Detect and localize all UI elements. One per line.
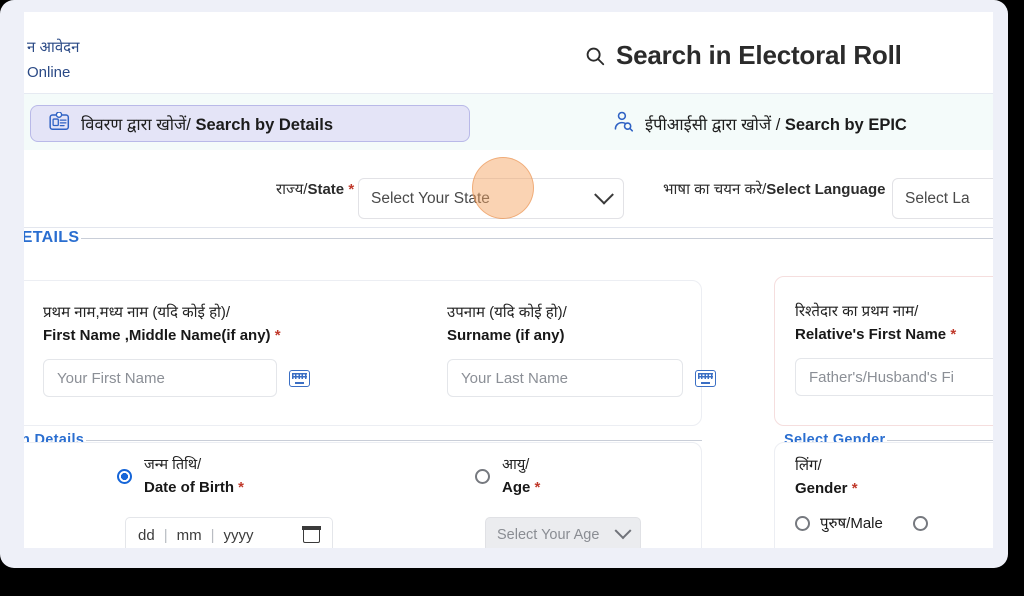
surname-input-row: Your Last Name: [447, 359, 716, 397]
page-title-text: Search in Electoral Roll: [616, 40, 902, 70]
surname-field: उपनाम (यदि कोई हो)/ Surname (if any) You…: [447, 303, 716, 397]
dob-labels: जन्म तिथि/ Date of Birth *: [144, 455, 244, 498]
surname-input[interactable]: Your Last Name: [447, 359, 683, 397]
keyboard-icon[interactable]: [695, 369, 716, 387]
person-search-icon: [613, 111, 634, 137]
legend-rule: [81, 237, 993, 239]
search-icon: [584, 45, 606, 67]
chevron-down-icon: [594, 184, 614, 205]
dob-year[interactable]: yyyy: [224, 527, 254, 544]
relative-first-name-field: रिश्तेदार का प्रथम नाम/ Relative's First…: [795, 302, 993, 396]
birth-details-card: जन्म तिथि/ Date of Birth * dd | mm | yyy…: [24, 442, 702, 548]
selector-row: राज्य/State * Select Your State भाषा का …: [24, 150, 993, 228]
language-label: भाषा का चयन करे/Select Language: [663, 181, 886, 198]
state-label: राज्य/State *: [276, 181, 355, 198]
search-mode-tabbar: विवरण द्वारा खोजें/ Search by Details ईप…: [24, 93, 993, 151]
gender-male-radio[interactable]: [795, 515, 810, 531]
browser-viewport: न आवेदन Online Search in Electoral Roll: [24, 12, 993, 548]
gender-label-english: Gender *: [795, 480, 858, 497]
age-select[interactable]: Select Your Age: [485, 517, 641, 548]
relative-name-card: रिश्तेदार का प्रथम नाम/ Relative's First…: [774, 276, 993, 426]
brand-line-english: Online: [27, 64, 71, 81]
dob-month[interactable]: mm: [177, 527, 202, 544]
age-label-english: Age *: [502, 479, 541, 496]
age-label-hindi: आयु/: [502, 457, 530, 473]
first-name-input-row: Your First Name: [43, 359, 310, 397]
relative-first-name-input-row: Father's/Husband's Fi: [795, 358, 993, 396]
age-select-value: Select Your Age: [497, 526, 600, 543]
id-card-search-icon: [49, 110, 70, 136]
surname-label-english: Surname (if any): [447, 327, 565, 344]
state-select[interactable]: Select Your State: [358, 178, 624, 219]
age-radio[interactable]: [475, 469, 490, 484]
tab-search-by-details-label: विवरण द्वारा खोजें/ Search by Details: [81, 116, 334, 134]
dob-radio[interactable]: [117, 469, 132, 484]
gender-label-hindi: लिंग/: [795, 457, 822, 474]
dob-separator: |: [210, 526, 215, 544]
age-option[interactable]: आयु/ Age *: [475, 455, 540, 498]
brand-line-hindi: न आवेदन: [27, 39, 80, 56]
dob-label-hindi: जन्म तिथि/: [144, 457, 202, 473]
dob-option[interactable]: जन्म तिथि/ Date of Birth *: [117, 455, 244, 498]
first-name-input[interactable]: Your First Name: [43, 359, 277, 397]
gender-card: लिंग/ Gender * पुरुष/Male: [774, 442, 993, 548]
chevron-down-icon: [614, 521, 632, 539]
gender-options: पुरुष/Male: [795, 513, 938, 533]
tab-search-by-details[interactable]: विवरण द्वारा खोजें/ Search by Details: [30, 105, 470, 142]
date-of-birth-input[interactable]: dd | mm | yyyy: [125, 517, 333, 548]
relative-first-name-label-hindi: रिश्तेदार का प्रथम नाम/: [795, 303, 919, 320]
keyboard-icon[interactable]: [289, 369, 310, 387]
legend-rule: [887, 439, 993, 441]
gender-labels: लिंग/ Gender *: [795, 456, 858, 499]
state-select-value: Select Your State: [371, 189, 490, 207]
language-select[interactable]: Select La: [892, 178, 993, 219]
screenshot-frame: न आवेदन Online Search in Electoral Roll: [0, 0, 1024, 596]
gender-female-radio[interactable]: [912, 515, 928, 531]
relative-first-name-label-english: Relative's First Name *: [795, 326, 957, 343]
tab-search-by-epic[interactable]: ईपीआईसी द्वारा खोजें / Search by EPIC: [594, 105, 924, 142]
dob-separator: |: [163, 526, 168, 544]
calendar-icon[interactable]: [302, 526, 321, 543]
legend-rule: [86, 439, 702, 441]
relative-first-name-input[interactable]: Father's/Husband's Fi: [795, 358, 993, 396]
page-header: न आवेदन Online Search in Electoral Roll: [24, 12, 993, 93]
first-name-field: प्रथम नाम,मध्य नाम (यदि कोई हो)/ First N…: [43, 303, 310, 397]
gender-option-male[interactable]: पुरुष/Male: [795, 513, 883, 533]
first-name-label-hindi: प्रथम नाम,मध्य नाम (यदि कोई हो)/: [43, 304, 231, 321]
first-name-label-english: First Name ,Middle Name(if any) *: [43, 327, 281, 344]
age-labels: आयु/ Age *: [502, 455, 540, 498]
gender-male-label: पुरुष/Male: [820, 515, 883, 532]
names-card: प्रथम नाम,मध्य नाम (यदि कोई हो)/ First N…: [24, 280, 716, 426]
surname-label-hindi: उपनाम (यदि कोई हो)/: [447, 304, 567, 321]
dob-label-english: Date of Birth *: [144, 479, 245, 496]
dob-day[interactable]: dd: [138, 527, 155, 544]
form-body: प्रथम नाम,मध्य नाम (यदि कोई हो)/ First N…: [24, 244, 993, 548]
language-select-value: Select La: [905, 189, 970, 207]
page-title: Search in Electoral Roll: [584, 40, 902, 71]
gender-option-female[interactable]: [912, 515, 938, 531]
tab-search-by-epic-label: ईपीआईसी द्वारा खोजें / Search by EPIC: [645, 116, 907, 134]
